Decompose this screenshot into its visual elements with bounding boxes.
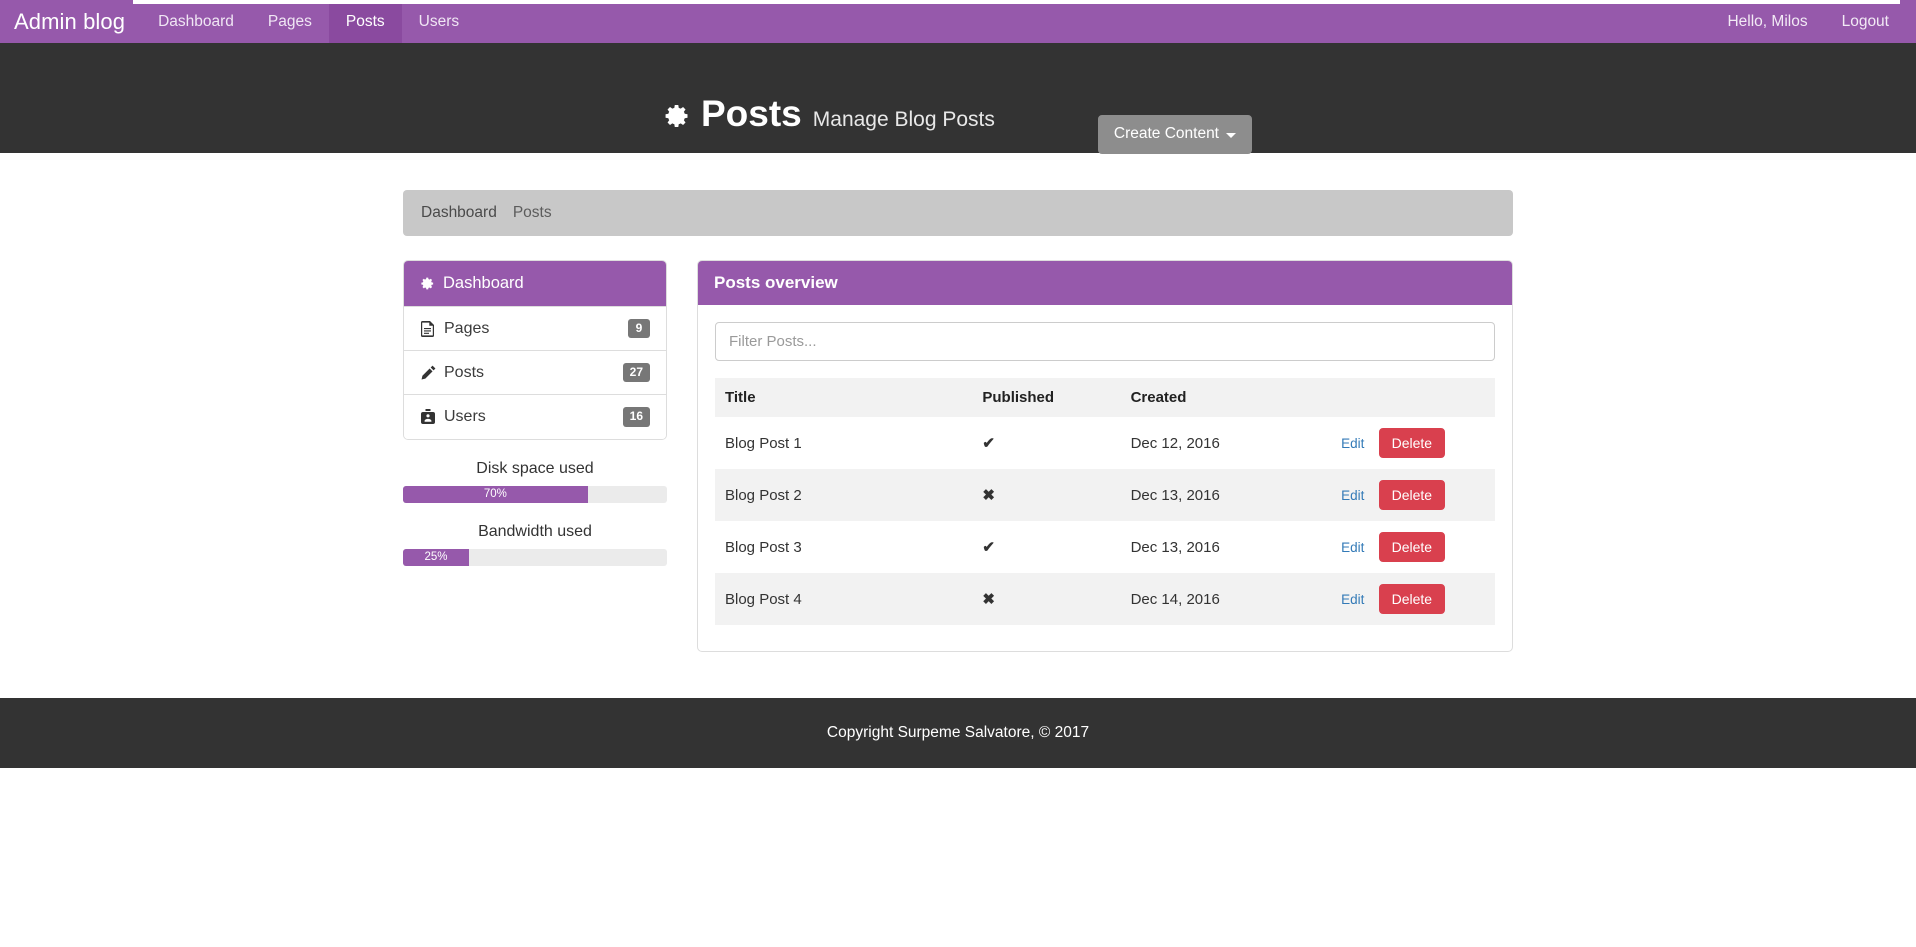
file-icon — [420, 320, 436, 337]
sidebar-item-label: Posts — [444, 363, 485, 381]
column-header-created: Created — [1120, 378, 1332, 417]
top-navbar: Admin blog Dashboard Pages Posts Users H… — [0, 0, 1916, 43]
nav-right-group: Hello, Milos Logout — [1710, 0, 1916, 43]
page-title-group: Posts Manage Blog Posts — [663, 95, 995, 132]
cell-created: Dec 13, 2016 — [1130, 538, 1220, 556]
posts-table-head: Title Published Created — [715, 378, 1495, 417]
disk-space-label: Disk space used — [476, 459, 594, 477]
breadcrumb-item-dashboard[interactable]: Dashboard — [421, 204, 497, 222]
content-row: Dashboard Pages 9 Posts 27 Users 16 Disk… — [403, 260, 1513, 652]
edit-link[interactable]: Edit — [1341, 436, 1364, 451]
delete-button[interactable]: Delete — [1378, 480, 1446, 510]
edit-link[interactable]: Edit — [1341, 540, 1364, 555]
delete-button[interactable]: Delete — [1378, 584, 1446, 614]
table-header-row: Title Published Created — [715, 378, 1495, 417]
breadcrumb: Dashboard Posts — [403, 190, 1513, 236]
create-content-button[interactable]: Create Content — [1097, 115, 1252, 154]
cell-title: Blog Post 3 — [725, 538, 802, 556]
filter-posts-input[interactable] — [715, 322, 1495, 361]
cell-actions: Edit Delete — [1331, 469, 1495, 521]
sidebar-header-label: Dashboard — [443, 274, 524, 292]
page-header-banner: Posts Manage Blog Posts Create Content — [0, 43, 1916, 154]
logout-link[interactable]: Logout — [1825, 0, 1906, 43]
sidebar-item-pages[interactable]: Pages 9 — [404, 306, 666, 351]
cell-created: Dec 14, 2016 — [1130, 590, 1220, 608]
browser-top-strip — [133, 0, 1900, 4]
main-column: Posts overview Title Published Created — [697, 260, 1513, 652]
sidebar-item-posts[interactable]: Posts 27 — [404, 350, 666, 395]
cell-actions: Edit Delete — [1331, 417, 1495, 469]
brand-logo[interactable]: Admin blog — [0, 0, 141, 43]
cell-published: ✖ — [982, 591, 995, 608]
posts-table: Title Published Created Blog Post 1 ✔ De… — [715, 378, 1495, 625]
page-subtitle: Manage Blog Posts — [812, 108, 995, 131]
page-title: Posts — [701, 93, 802, 134]
cell-created: Dec 13, 2016 — [1130, 486, 1220, 504]
bandwidth-label: Bandwidth used — [478, 522, 592, 540]
table-row: Blog Post 1 ✔ Dec 12, 2016 Edit Delete — [715, 417, 1495, 469]
sidebar-badge-pages: 9 — [628, 319, 650, 339]
cell-title: Blog Post 1 — [725, 434, 802, 452]
breadcrumb-item-posts: Posts — [512, 204, 552, 221]
gear-icon — [663, 102, 691, 130]
pencil-icon — [420, 365, 436, 381]
sidebar-badge-users: 16 — [622, 407, 650, 427]
nav-items: Dashboard Pages Posts Users — [141, 0, 476, 43]
column-header-actions — [1331, 378, 1495, 417]
disk-space-progress: 70% — [403, 485, 667, 503]
main-container: Dashboard Posts Dashboard Pages 9 Posts … — [403, 153, 1513, 652]
column-header-title: Title — [715, 378, 973, 417]
table-row: Blog Post 3 ✔ Dec 13, 2016 Edit Delete — [715, 521, 1495, 573]
cell-title: Blog Post 4 — [725, 590, 802, 608]
delete-button[interactable]: Delete — [1378, 532, 1446, 562]
bandwidth-progress-bar: 25% — [403, 548, 469, 566]
sidebar-item-label: Users — [444, 407, 486, 425]
cell-published: ✔ — [982, 539, 995, 556]
panel-title: Posts overview — [698, 261, 1512, 305]
nav-item-pages[interactable]: Pages — [251, 0, 329, 43]
users-icon — [420, 409, 436, 425]
sidebar-item-dashboard[interactable]: Dashboard — [404, 261, 666, 306]
edit-link[interactable]: Edit — [1341, 488, 1364, 503]
delete-button[interactable]: Delete — [1378, 428, 1446, 458]
table-row: Blog Post 4 ✖ Dec 14, 2016 Edit Delete — [715, 573, 1495, 625]
page-header-inner: Posts Manage Blog Posts Create Content — [268, 43, 1648, 154]
cell-actions: Edit Delete — [1331, 573, 1495, 625]
nav-item-users[interactable]: Users — [402, 0, 476, 43]
edit-link[interactable]: Edit — [1341, 592, 1364, 607]
bandwidth-progress: 25% — [403, 548, 667, 566]
copyright-text: Copyright Surpeme Salvatore, © 2017 — [826, 724, 1090, 741]
user-greeting[interactable]: Hello, Milos — [1710, 0, 1824, 43]
sidebar-badge-posts: 27 — [622, 363, 650, 383]
posts-overview-panel: Posts overview Title Published Created — [697, 260, 1513, 652]
cell-actions: Edit Delete — [1331, 521, 1495, 573]
sidebar-column: Dashboard Pages 9 Posts 27 Users 16 Disk… — [403, 260, 667, 566]
table-row: Blog Post 2 ✖ Dec 13, 2016 Edit Delete — [715, 469, 1495, 521]
cell-title: Blog Post 2 — [725, 486, 802, 504]
create-content-label: Create Content — [1113, 125, 1219, 142]
nav-item-dashboard[interactable]: Dashboard — [141, 0, 251, 43]
posts-table-body: Blog Post 1 ✔ Dec 12, 2016 Edit Delete B… — [715, 417, 1495, 625]
gear-icon — [420, 276, 435, 291]
disk-space-progress-bar: 70% — [403, 485, 588, 503]
sidebar-list-group: Dashboard Pages 9 Posts 27 Users 16 — [403, 260, 667, 440]
column-header-published: Published — [972, 378, 1121, 417]
panel-body: Title Published Created Blog Post 1 ✔ De… — [698, 305, 1512, 651]
cell-created: Dec 12, 2016 — [1130, 434, 1220, 452]
sidebar-item-label: Pages — [444, 319, 490, 337]
page-footer: Copyright Surpeme Salvatore, © 2017 — [0, 698, 1916, 768]
chevron-down-icon — [1226, 132, 1236, 138]
cell-published: ✖ — [982, 487, 995, 504]
sidebar-item-users[interactable]: Users 16 — [404, 394, 666, 439]
nav-item-posts[interactable]: Posts — [328, 0, 402, 43]
cell-published: ✔ — [982, 435, 995, 452]
